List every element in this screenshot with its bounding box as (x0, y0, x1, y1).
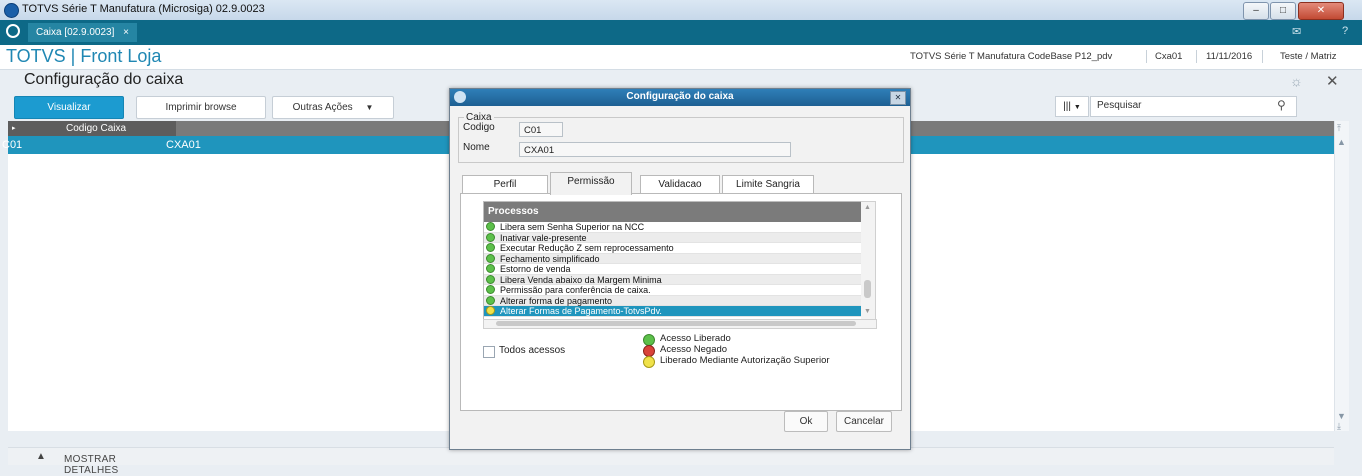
details-label: MOSTRAR DETALHES ▲ (36, 451, 119, 476)
list-item[interactable]: Libera Venda abaixo da Margem Minima (484, 274, 862, 285)
status-yellow-icon (486, 306, 495, 315)
home-icon[interactable] (6, 24, 20, 38)
divider (1196, 50, 1197, 63)
scroll-down-icon[interactable]: ▼ (864, 308, 871, 315)
list-item[interactable]: Libera sem Senha Superior na NCC (484, 222, 862, 233)
status-green-icon (486, 274, 495, 284)
outras-acoes-button[interactable]: Outras Ações ▼ (272, 96, 394, 119)
codigo-label: Codigo (463, 122, 495, 133)
minimize-button[interactable]: – (1243, 2, 1269, 20)
tab-label: Caixa [02.9.0023] (36, 27, 115, 38)
chevron-down-icon: ▼ (365, 103, 374, 112)
list-item[interactable]: Fechamento simplificado (484, 253, 862, 264)
search-icon[interactable]: ⚲ (1277, 98, 1286, 112)
maximize-button[interactable]: □ (1270, 2, 1296, 20)
tab-caixa[interactable]: Caixa [02.9.0023] × (28, 23, 138, 42)
scroll-thumb[interactable] (864, 280, 871, 298)
imprimir-browse-button[interactable]: Imprimir browse (136, 96, 266, 119)
todos-acessos-checkbox[interactable] (483, 346, 495, 358)
app-brand: TOTVS | Front Loja (6, 46, 162, 66)
permissao-panel: Processos Libera sem Senha Superior na N… (460, 193, 902, 411)
outras-acoes-label: Outras Ações (292, 102, 353, 113)
dialog-close-button[interactable]: ✕ (890, 91, 906, 105)
hscroll-thumb[interactable] (496, 321, 856, 326)
scroll-up-icon[interactable]: ▲ (1337, 137, 1346, 147)
scroll-bottom-icon[interactable]: ⤓ (1337, 421, 1341, 432)
dialog-title: Configuração do caixa (626, 91, 734, 102)
visualizar-button[interactable]: Visualizar (14, 96, 124, 119)
app-header: TOTVS | Front Loja TOTVS Série T Manufat… (0, 45, 1362, 70)
ok-button[interactable]: Ok (784, 411, 828, 432)
list-header: Processos (484, 202, 862, 222)
help-icon[interactable]: ? (1342, 25, 1348, 37)
status-green-icon (486, 285, 495, 294)
dialog-titlebar: Configuração do caixa ✕ (450, 89, 910, 106)
list-item[interactable]: Inativar vale-presente (484, 232, 862, 243)
tab-limite-sangria[interactable]: Limite Sangria (722, 175, 814, 194)
list-item[interactable]: Executar Redução Z sem reprocessamento (484, 243, 862, 254)
list-item[interactable]: Estorno de venda (484, 264, 862, 275)
config-dialog: Configuração do caixa ✕ Caixa Codigo C01… (449, 88, 911, 450)
station-label: Cxa01 (1155, 51, 1183, 62)
page-title: Configuração do caixa (24, 71, 184, 88)
grid-scrollbar[interactable]: ⤒ ▲ ▼ ⤓ (1334, 121, 1349, 431)
column-label: Codigo Caixa (66, 123, 127, 134)
close-icon[interactable]: ✕ (1326, 72, 1339, 90)
date-label: 11/11/2016 (1206, 51, 1253, 62)
nome-field[interactable]: CXA01 (519, 142, 791, 157)
environment-label: TOTVS Série T Manufatura CodeBase P12_pd… (910, 51, 1113, 62)
user-label[interactable]: Teste / Matriz (1280, 51, 1337, 62)
list-item[interactable]: Alterar forma de pagamento (484, 295, 862, 306)
list-scrollbar[interactable]: ▲ ▼ (861, 201, 876, 321)
status-green-icon (486, 232, 495, 242)
scroll-down-icon[interactable]: ▼ (1337, 411, 1346, 421)
divider (1262, 50, 1263, 63)
app-tabstrip: Caixa [02.9.0023] × ✉ ? (0, 20, 1362, 45)
nome-label: Nome (463, 142, 490, 153)
mail-icon[interactable]: ✉ (1292, 25, 1301, 38)
window-title: TOTVS Série T Manufatura (Microsiga) 02.… (22, 3, 265, 15)
cancelar-button[interactable]: Cancelar (836, 411, 892, 432)
close-window-button[interactable]: ✕ (1298, 2, 1344, 20)
codigo-field[interactable]: C01 (519, 122, 563, 137)
view-mode-selector[interactable]: ||| ▼ (1055, 96, 1089, 117)
column-header-codigo[interactable]: ▸ Codigo Caixa (8, 121, 176, 136)
window-titlebar: TOTVS Série T Manufatura (Microsiga) 02.… (0, 0, 1362, 21)
list-item-selected[interactable]: Alterar Formas de Pagamento-TotvsPdv. (484, 306, 862, 317)
tab-permissao[interactable]: Permissão (550, 172, 632, 195)
status-green-icon (486, 264, 495, 273)
cell-nome: CXA01 (166, 139, 201, 151)
search-input[interactable]: Pesquisar ⚲ (1090, 96, 1297, 117)
cell-codigo: C01 (2, 139, 23, 151)
list-item[interactable]: Permissão para conferência de caixa. (484, 285, 862, 296)
todos-acessos-label[interactable]: Todos acessos (499, 345, 565, 356)
processos-list: Processos Libera sem Senha Superior na N… (483, 201, 863, 321)
tab-perfil[interactable]: Perfil (462, 175, 548, 194)
chevron-down-icon: ▼ (1073, 104, 1081, 111)
app-logo-icon (4, 3, 19, 18)
sort-arrow-icon: ▸ (12, 125, 16, 132)
search-placeholder: Pesquisar (1097, 100, 1142, 111)
status-green-icon (486, 243, 495, 252)
tab-validacao[interactable]: Validacao (640, 175, 720, 194)
columns-icon: ||| (1063, 101, 1071, 112)
status-green-icon (486, 222, 495, 231)
list-hscrollbar[interactable] (483, 319, 877, 329)
tab-close-icon[interactable]: × (123, 27, 129, 38)
status-green-icon (486, 295, 495, 305)
scroll-top-icon[interactable]: ⤒ (1337, 123, 1341, 134)
scroll-up-icon[interactable]: ▲ (864, 204, 871, 211)
divider (1146, 50, 1147, 63)
status-green-icon (486, 253, 495, 263)
status-yellow-icon (643, 356, 655, 368)
caixa-group: Caixa Codigo C01 Nome CXA01 (458, 112, 904, 163)
settings-icon[interactable]: ☼ (1290, 73, 1303, 89)
